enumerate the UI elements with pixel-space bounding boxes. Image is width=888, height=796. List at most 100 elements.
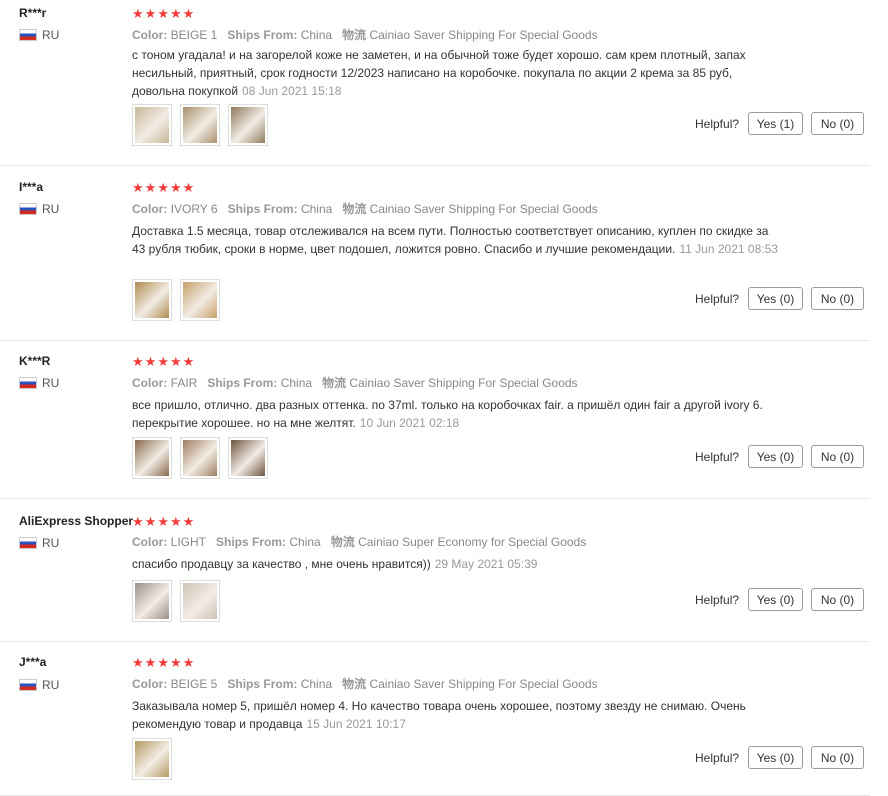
review-item: AliExpress Shopper RU ★★★★★ Color: LIGHT Shi…	[0, 498, 870, 642]
color-value: FAIR	[170, 376, 198, 390]
logistics-label: 物流	[342, 28, 367, 42]
review-photo-thumbnail[interactable]	[180, 279, 220, 321]
review-photos	[132, 104, 268, 146]
russia-flag-icon	[19, 537, 37, 549]
star-icon: ★	[182, 514, 196, 529]
star-rating: ★★★★★	[132, 354, 195, 370]
review-meta: Color: LIGHT Ships From: China 物流 Cainiao …	[132, 533, 586, 550]
star-rating: ★★★★★	[132, 180, 195, 196]
color-value: LIGHT	[170, 535, 207, 549]
review-photo-thumbnail[interactable]	[132, 104, 172, 146]
reviewer-name: J***a	[19, 655, 47, 669]
photo-placeholder	[183, 440, 217, 476]
photo-placeholder	[135, 282, 169, 318]
helpful-no-button[interactable]: No (0)	[811, 112, 864, 135]
country-code: RU	[42, 28, 60, 42]
review-photo-thumbnail[interactable]	[132, 437, 172, 479]
review-date: 11 Jun 2021 08:53	[679, 242, 778, 256]
country-code: RU	[42, 202, 60, 216]
helpful-yes-button[interactable]: Yes (0)	[748, 746, 803, 769]
helpful-label: Helpful?	[695, 751, 740, 765]
photo-placeholder	[183, 583, 217, 619]
ships-from-label: Ships From:	[227, 202, 298, 216]
ships-from-value: China	[300, 202, 333, 216]
photo-placeholder	[231, 440, 265, 476]
shipping-method: Cainiao Saver Shipping For Special Goods	[369, 202, 598, 216]
ships-from-label: Ships From:	[216, 535, 287, 549]
review-text: спасибо продавцу за качество , мне очень…	[132, 555, 782, 573]
reviewer-country: RU	[19, 678, 59, 692]
photo-placeholder	[135, 440, 169, 476]
reviewer-name: I***a	[19, 180, 44, 194]
review-photo-thumbnail[interactable]	[132, 580, 172, 622]
star-icon: ★	[157, 180, 170, 195]
review-date: 10 Jun 2021 02:18	[359, 416, 460, 430]
russia-flag-icon	[19, 29, 37, 41]
star-icon: ★	[169, 655, 183, 670]
review-body: спасибо продавцу за качество , мне очень…	[132, 557, 431, 571]
review-photos	[132, 279, 220, 321]
review-text: Доставка 1.5 месяца, товар отслеживался …	[132, 222, 782, 258]
ships-from-value: China	[300, 677, 333, 691]
review-photo-thumbnail[interactable]	[228, 437, 268, 479]
photo-placeholder	[183, 282, 217, 318]
russia-flag-icon	[19, 377, 37, 389]
star-icon: ★	[132, 354, 145, 369]
star-rating: ★★★★★	[132, 655, 195, 671]
helpful-label: Helpful?	[695, 117, 740, 131]
review-photo-thumbnail[interactable]	[180, 580, 220, 622]
ships-from-label: Ships From:	[207, 376, 278, 390]
star-icon: ★	[132, 655, 145, 670]
review-meta: Color: IVORY 6 Ships From: China 物流 Cainia…	[132, 200, 598, 217]
color-label: Color:	[132, 535, 168, 549]
review-photo-thumbnail[interactable]	[132, 279, 172, 321]
star-icon: ★	[157, 514, 170, 529]
shipping-method: Cainiao Super Economy for Special Goods	[358, 535, 587, 549]
helpful-yes-button[interactable]: Yes (0)	[748, 287, 803, 310]
helpful-yes-button[interactable]: Yes (0)	[748, 445, 803, 468]
review-photo-thumbnail[interactable]	[132, 738, 172, 780]
review-item: R***r RU ★★★★★ Color: BEIGE 1 Ships From: Ch…	[0, 0, 870, 166]
review-photo-thumbnail[interactable]	[180, 104, 220, 146]
star-icon: ★	[144, 655, 158, 670]
star-icon: ★	[144, 180, 158, 195]
color-label: Color:	[132, 677, 168, 691]
russia-flag-icon	[19, 679, 37, 691]
helpful-label: Helpful?	[695, 593, 740, 607]
country-code: RU	[42, 536, 60, 550]
star-rating: ★★★★★	[132, 514, 195, 530]
helpful-no-button[interactable]: No (0)	[811, 588, 864, 611]
review-photos	[132, 580, 220, 622]
review-body: Доставка 1.5 месяца, товар отслеживался …	[132, 224, 769, 256]
star-icon: ★	[157, 6, 170, 21]
reviewer-country: RU	[19, 28, 59, 42]
review-item: K***R RU ★★★★★ Color: FAIR Ships From: China…	[0, 340, 870, 499]
country-code: RU	[42, 376, 60, 390]
review-photos	[132, 437, 268, 479]
review-text: с тоном угадала! и на загорелой коже не …	[132, 46, 782, 100]
review-body: с тоном угадала! и на загорелой коже не …	[132, 48, 746, 98]
helpful-no-button[interactable]: No (0)	[811, 445, 864, 468]
review-meta: Color: FAIR Ships From: China 物流 Cainiao S…	[132, 374, 578, 391]
helpful-label: Helpful?	[695, 292, 740, 306]
reviewer-country: RU	[19, 536, 59, 550]
helpful-yes-button[interactable]: Yes (0)	[748, 588, 803, 611]
helpful-no-button[interactable]: No (0)	[811, 746, 864, 769]
reviewer-name: R***r	[19, 6, 47, 20]
shipping-method: Cainiao Saver Shipping For Special Goods	[369, 28, 598, 42]
star-icon: ★	[169, 6, 183, 21]
review-photo-thumbnail[interactable]	[180, 437, 220, 479]
logistics-label: 物流	[330, 535, 355, 549]
reviewer-country: RU	[19, 376, 59, 390]
color-value: IVORY 6	[170, 202, 218, 216]
review-photo-thumbnail[interactable]	[228, 104, 268, 146]
photo-placeholder	[183, 107, 217, 143]
reviewer-country: RU	[19, 202, 59, 216]
star-icon: ★	[182, 180, 196, 195]
russia-flag-icon	[19, 203, 37, 215]
ships-from-label: Ships From:	[227, 28, 298, 42]
helpful-no-button[interactable]: No (0)	[811, 287, 864, 310]
star-icon: ★	[144, 514, 158, 529]
star-icon: ★	[182, 354, 196, 369]
helpful-yes-button[interactable]: Yes (1)	[748, 112, 803, 135]
